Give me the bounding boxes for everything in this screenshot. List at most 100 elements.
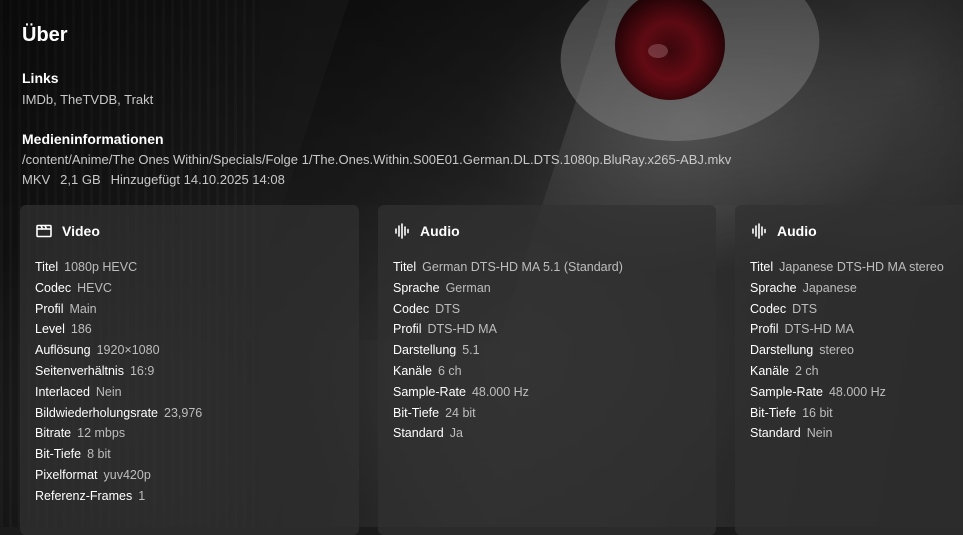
property-row: Bildwiederholungsrate 23,976	[35, 403, 202, 424]
property-value: 48.000 Hz	[828, 384, 886, 399]
media-info-heading: Medieninformationen	[22, 131, 164, 147]
link-separator: ,	[53, 92, 61, 107]
links-heading: Links	[22, 70, 59, 86]
stream-properties: Titel 1080p HEVC Codec HEVC Profil Main Level 1…	[35, 257, 202, 507]
property-value: Japanese DTS-HD MA stereo	[779, 260, 944, 274]
property-row: Seitenverhältnis 16:9	[35, 361, 202, 382]
property-row: Codec DTS	[393, 299, 623, 320]
audio-waveform-icon	[394, 223, 410, 239]
property-key: Codec	[393, 301, 430, 316]
property-value: yuv420p	[103, 467, 151, 482]
property-value: 16 bit	[802, 405, 833, 420]
property-value: 186	[70, 322, 92, 337]
property-row: Kanäle 2 ch	[750, 361, 944, 382]
links-list: IMDb, TheTVDB, Trakt	[22, 92, 153, 107]
card-title: Audio	[420, 223, 460, 239]
card-header: Audio	[394, 223, 460, 239]
property-key: Level	[35, 322, 65, 337]
property-row: Titel Japanese DTS-HD MA stereo	[750, 257, 944, 278]
property-value: Ja	[449, 426, 463, 441]
property-row: Level 186	[35, 319, 202, 340]
file-path: /content/Anime/The Ones Within/Specials/…	[22, 152, 732, 167]
property-key: Darstellung	[750, 343, 814, 358]
video-stream-card: Video Titel 1080p HEVC Codec HEVC Profil Main…	[20, 205, 359, 535]
property-value: 8 bit	[87, 447, 111, 462]
property-row: Pixelformat yuv420p	[35, 465, 202, 486]
property-row: Profil DTS-HD MA	[393, 319, 623, 340]
property-row: Interlaced Nein	[35, 382, 202, 403]
date-added: Hinzugefügt 14.10.2025 14:08	[110, 172, 285, 187]
stream-properties: Titel German DTS-HD MA 5.1 (Standard) Spra…	[393, 257, 623, 444]
property-row: Sample-Rate 48.000 Hz	[393, 382, 623, 403]
property-key: Seitenverhältnis	[35, 363, 124, 378]
property-key: Standard	[393, 426, 444, 441]
property-value: 12 mbps	[77, 426, 126, 441]
property-key: Sample-Rate	[393, 384, 466, 399]
stream-properties: Titel Japanese DTS-HD MA stereo Sprache Jap…	[750, 257, 944, 444]
property-row: Standard Nein	[750, 423, 944, 444]
property-value: stereo	[819, 343, 854, 358]
property-value: HEVC	[77, 280, 112, 295]
about-panel: Über Links IMDb, TheTVDB, Trakt Medienin…	[0, 0, 963, 535]
property-row: Bitrate 12 mbps	[35, 423, 202, 444]
property-row: Profil Main	[35, 299, 202, 320]
property-key: Codec	[750, 301, 787, 316]
file-meta: MKV 2,1 GB Hinzugefügt 14.10.2025 14:08	[22, 172, 295, 187]
property-key: Bildwiederholungsrate	[35, 405, 158, 420]
film-icon	[36, 224, 52, 238]
link-thetvdb[interactable]: TheTVDB	[60, 92, 117, 107]
property-value: 48.000 Hz	[471, 384, 529, 399]
property-row: Referenz-Frames 1	[35, 486, 202, 507]
property-key: Profil	[393, 322, 422, 337]
property-key: Profil	[750, 322, 779, 337]
property-value: DTS-HD MA	[427, 322, 497, 337]
link-imdb[interactable]: IMDb	[22, 92, 53, 107]
property-value: Japanese	[802, 280, 857, 295]
property-key: Titel	[35, 260, 59, 274]
card-header: Video	[36, 223, 100, 239]
property-key: Interlaced	[35, 384, 90, 399]
property-value: 2 ch	[794, 363, 819, 378]
property-key: Kanäle	[393, 363, 432, 378]
property-key: Standard	[750, 426, 801, 441]
audio-stream-card-2: Audio Titel Japanese DTS-HD MA stereo Spra…	[735, 205, 963, 535]
property-row: Profil DTS-HD MA	[750, 319, 944, 340]
property-row: Sprache Japanese	[750, 278, 944, 299]
property-value: 24 bit	[445, 405, 476, 420]
property-row: Bit-Tiefe 24 bit	[393, 403, 623, 424]
property-value: Nein	[95, 384, 122, 399]
property-row: Kanäle 6 ch	[393, 361, 623, 382]
property-row: Sprache German	[393, 278, 623, 299]
property-key: Sample-Rate	[750, 384, 823, 399]
card-header: Audio	[751, 223, 817, 239]
property-key: Titel	[750, 260, 774, 274]
audio-waveform-icon	[751, 223, 767, 239]
property-row: Darstellung 5.1	[393, 340, 623, 361]
property-row: Bit-Tiefe 16 bit	[750, 403, 944, 424]
property-value: 1920×1080	[96, 343, 160, 358]
property-key: Darstellung	[393, 343, 457, 358]
property-key: Titel	[393, 260, 417, 274]
property-key: Bit-Tiefe	[35, 447, 82, 462]
property-value: 1080p HEVC	[64, 260, 138, 274]
property-key: Kanäle	[750, 363, 789, 378]
property-value: 6 ch	[437, 363, 462, 378]
property-row: Darstellung stereo	[750, 340, 944, 361]
property-key: Referenz-Frames	[35, 488, 133, 503]
property-row: Bit-Tiefe 8 bit	[35, 444, 202, 465]
property-key: Pixelformat	[35, 467, 98, 482]
property-key: Sprache	[393, 280, 440, 295]
property-value: 1	[138, 488, 146, 503]
property-key: Bitrate	[35, 426, 72, 441]
property-value: DTS	[792, 301, 818, 316]
property-row: Sample-Rate 48.000 Hz	[750, 382, 944, 403]
property-key: Auflösung	[35, 343, 91, 358]
property-value: 23,976	[164, 405, 203, 420]
property-row: Standard Ja	[393, 423, 623, 444]
link-trakt[interactable]: Trakt	[124, 92, 153, 107]
property-value: Main	[69, 301, 97, 316]
property-value: German	[445, 280, 491, 295]
property-key: Profil	[35, 301, 64, 316]
property-row: Titel German DTS-HD MA 5.1 (Standard)	[393, 257, 623, 278]
property-value: Nein	[806, 426, 833, 441]
